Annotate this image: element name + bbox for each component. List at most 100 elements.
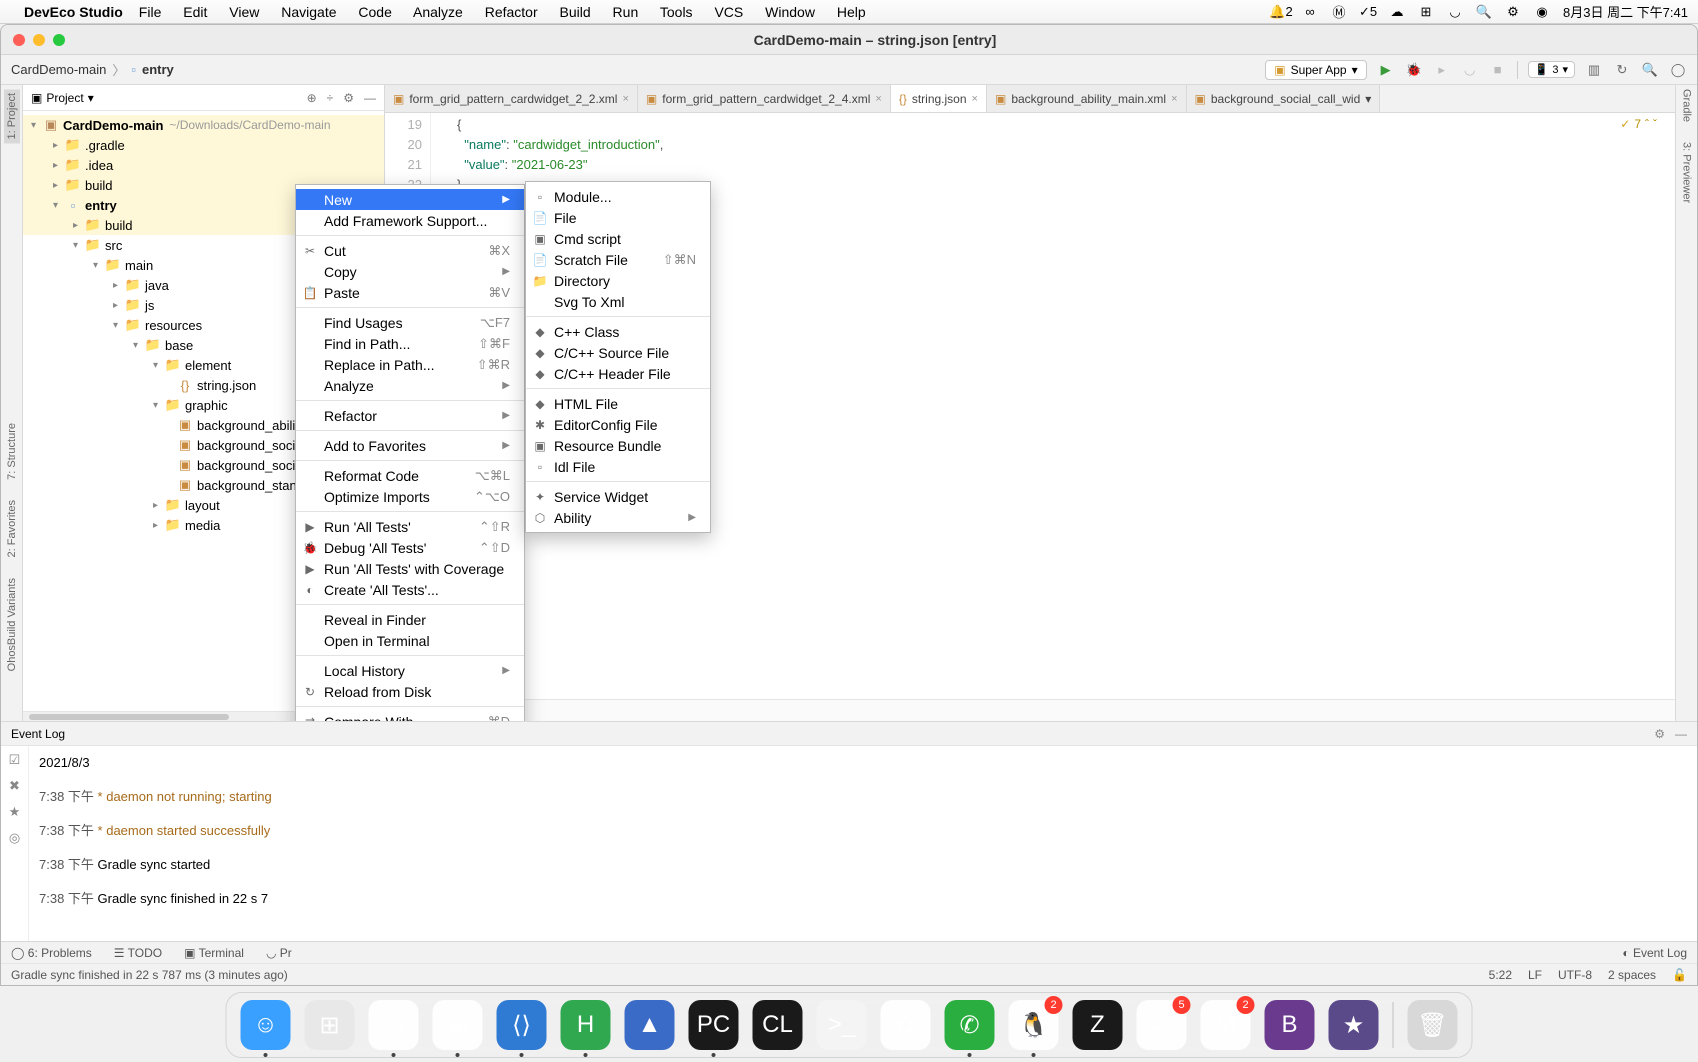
submenu-item[interactable]: ◆C/C++ Header File — [526, 363, 710, 384]
run-button[interactable]: ▶ — [1377, 61, 1395, 79]
debug-button[interactable]: 🐞 — [1405, 61, 1423, 79]
chevron-down-icon[interactable]: ▾ — [1365, 92, 1371, 106]
close-button[interactable] — [13, 34, 25, 46]
close-icon[interactable]: × — [972, 93, 978, 105]
menu-item[interactable]: ▶Run 'All Tests'⌃⇧R — [296, 516, 524, 537]
dock-app-vscode[interactable]: ⟨⟩ — [497, 1000, 547, 1050]
breadcrumb-root[interactable]: CardDemo-main — [11, 62, 106, 77]
hide-icon[interactable]: — — [1675, 727, 1687, 741]
lock-icon[interactable]: 🔓 — [1672, 968, 1687, 982]
submenu-item[interactable]: ✱EditorConfig File — [526, 414, 710, 435]
dock-app-zen[interactable]: Z — [1073, 1000, 1123, 1050]
dock-app-terminal[interactable]: >_ — [817, 1000, 867, 1050]
menu-vcs[interactable]: VCS — [714, 4, 743, 20]
menu-item[interactable]: 📋Paste⌘V — [296, 282, 524, 303]
caret-pos[interactable]: 5:22 — [1489, 968, 1512, 982]
menu-edit[interactable]: Edit — [183, 4, 207, 20]
menu-file[interactable]: File — [139, 4, 162, 20]
dock-app-clion[interactable]: CL — [753, 1000, 803, 1050]
menu-item[interactable]: Reformat Code⌥⌘L — [296, 465, 524, 486]
tab-terminal[interactable]: ▣ Terminal — [184, 946, 244, 960]
hide-icon[interactable]: — — [364, 91, 376, 105]
close-icon[interactable]: × — [1171, 93, 1177, 105]
star-icon[interactable]: ★ — [9, 804, 21, 820]
submenu-item[interactable]: ◆HTML File — [526, 393, 710, 414]
menu-item[interactable]: Find Usages⌥F7 — [296, 312, 524, 333]
submenu-item[interactable]: ⬡Ability▶ — [526, 507, 710, 528]
tree-root[interactable]: ▾▣CardDemo-main~/Downloads/CardDemo-main — [23, 115, 384, 135]
breadcrumb-leaf[interactable]: entry — [142, 62, 174, 77]
submenu-item[interactable]: ▣Cmd script — [526, 228, 710, 249]
search-everywhere-icon[interactable]: 🔍 — [1641, 61, 1659, 79]
siri-icon[interactable]: ◉ — [1534, 4, 1550, 20]
dock-app-trash[interactable]: 🗑 — [1408, 1000, 1458, 1050]
editor-tab[interactable]: ▣form_grid_pattern_cardwidget_2_2.xml× — [385, 85, 638, 112]
tab-ohos[interactable]: OhosBuild Variants — [6, 578, 18, 671]
m-icon[interactable]: Ⓜ — [1331, 4, 1347, 20]
tab-gradle[interactable]: Gradle — [1681, 89, 1693, 122]
submenu-item[interactable]: ▣Resource Bundle — [526, 435, 710, 456]
menu-navigate[interactable]: Navigate — [281, 4, 336, 20]
tab-favorites[interactable]: 2: Favorites — [6, 500, 18, 557]
inspection-badge[interactable]: ✓7 ˆ ˇ — [1620, 117, 1657, 131]
menu-help[interactable]: Help — [837, 4, 866, 20]
dock-app-huawei[interactable]: ✿ — [881, 1000, 931, 1050]
dock-app-star[interactable]: ★ — [1329, 1000, 1379, 1050]
app-name[interactable]: DevEco Studio — [24, 4, 123, 20]
editor-tab[interactable]: ▣background_ability_main.xml× — [987, 85, 1187, 112]
menu-item[interactable]: Replace in Path...⇧⌘R — [296, 354, 524, 375]
stop-button[interactable]: ■ — [1489, 61, 1507, 79]
dock-app-safari[interactable]: ◎ — [369, 1000, 419, 1050]
wifi-icon[interactable]: ◡ — [1447, 4, 1463, 20]
gear-icon[interactable]: ⚙ — [343, 91, 354, 105]
submenu-item[interactable]: ◆C/C++ Source File — [526, 342, 710, 363]
dock-app-finder[interactable]: ☺ — [241, 1000, 291, 1050]
search-icon[interactable]: 🔍 — [1476, 4, 1492, 20]
device-selector[interactable]: 📱 3▾ — [1528, 61, 1575, 78]
tab-todo[interactable]: ☰ TODO — [114, 946, 162, 960]
menu-build[interactable]: Build — [560, 4, 591, 20]
menu-item[interactable]: Optimize Imports⌃⌥O — [296, 486, 524, 507]
menu-item[interactable]: ✂Cut⌘X — [296, 240, 524, 261]
editor-tab[interactable]: ▣background_social_call_wid▾ — [1187, 85, 1381, 112]
tab-structure[interactable]: 7: Structure — [6, 423, 18, 480]
menu-item[interactable]: Reveal in Finder — [296, 609, 524, 630]
collapse-icon[interactable]: ÷ — [327, 91, 334, 105]
menu-item[interactable]: Local History▶ — [296, 660, 524, 681]
clock[interactable]: 8月3日 周二 下午7:41 — [1563, 2, 1688, 21]
panel-title[interactable]: Project — [46, 91, 83, 105]
project-structure-icon[interactable]: ▥ — [1585, 61, 1603, 79]
profile-button[interactable]: ◡ — [1461, 61, 1479, 79]
submenu-item[interactable]: 📄File — [526, 207, 710, 228]
dock-app-launchpad[interactable]: ⊞ — [305, 1000, 355, 1050]
tab-eventlog[interactable]: ◐ Event Log — [1622, 946, 1687, 960]
indent[interactable]: 2 spaces — [1608, 968, 1656, 982]
dock-app-ticktick[interactable]: ✓5 — [1137, 1000, 1187, 1050]
menu-item[interactable]: Add to Favorites▶ — [296, 435, 524, 456]
menu-item[interactable]: Refactor▶ — [296, 405, 524, 426]
cloud-icon[interactable]: ∞ — [1302, 4, 1318, 20]
run-config-selector[interactable]: ▣ Super App ▾ — [1265, 60, 1366, 80]
dock-app-mail[interactable]: M2 — [1201, 1000, 1251, 1050]
tab-profiler[interactable]: ◡ Pr — [266, 946, 292, 960]
dock-app-qq[interactable]: 🐧2 — [1009, 1000, 1059, 1050]
control-center-icon[interactable]: ⚙ — [1505, 4, 1521, 20]
submenu-item[interactable]: ▫Idl File — [526, 456, 710, 477]
submenu-item[interactable]: 📁Directory — [526, 270, 710, 291]
editor-tab-active[interactable]: {}string.json× — [891, 85, 987, 112]
wechat-tray-icon[interactable]: ☁ — [1389, 4, 1405, 20]
menu-window[interactable]: Window — [765, 4, 815, 20]
menu-item[interactable]: ⇄Compare With...⌘D — [296, 711, 524, 721]
gear-icon[interactable]: ⚙ — [1654, 727, 1665, 741]
target-icon[interactable]: ◎ — [9, 830, 20, 846]
close-icon[interactable]: × — [875, 93, 881, 105]
menu-item[interactable]: Copy▶ — [296, 261, 524, 282]
coverage-button[interactable]: ▸ — [1433, 61, 1451, 79]
menu-item[interactable]: Open in Terminal — [296, 630, 524, 651]
clear-icon[interactable]: ✖ — [9, 778, 20, 794]
tree-node-idea[interactable]: ▸📁.idea — [23, 155, 384, 175]
tree-node-gradle[interactable]: ▸📁.gradle — [23, 135, 384, 155]
menu-item[interactable]: Find in Path...⇧⌘F — [296, 333, 524, 354]
menu-code[interactable]: Code — [358, 4, 391, 20]
close-icon[interactable]: × — [622, 93, 628, 105]
